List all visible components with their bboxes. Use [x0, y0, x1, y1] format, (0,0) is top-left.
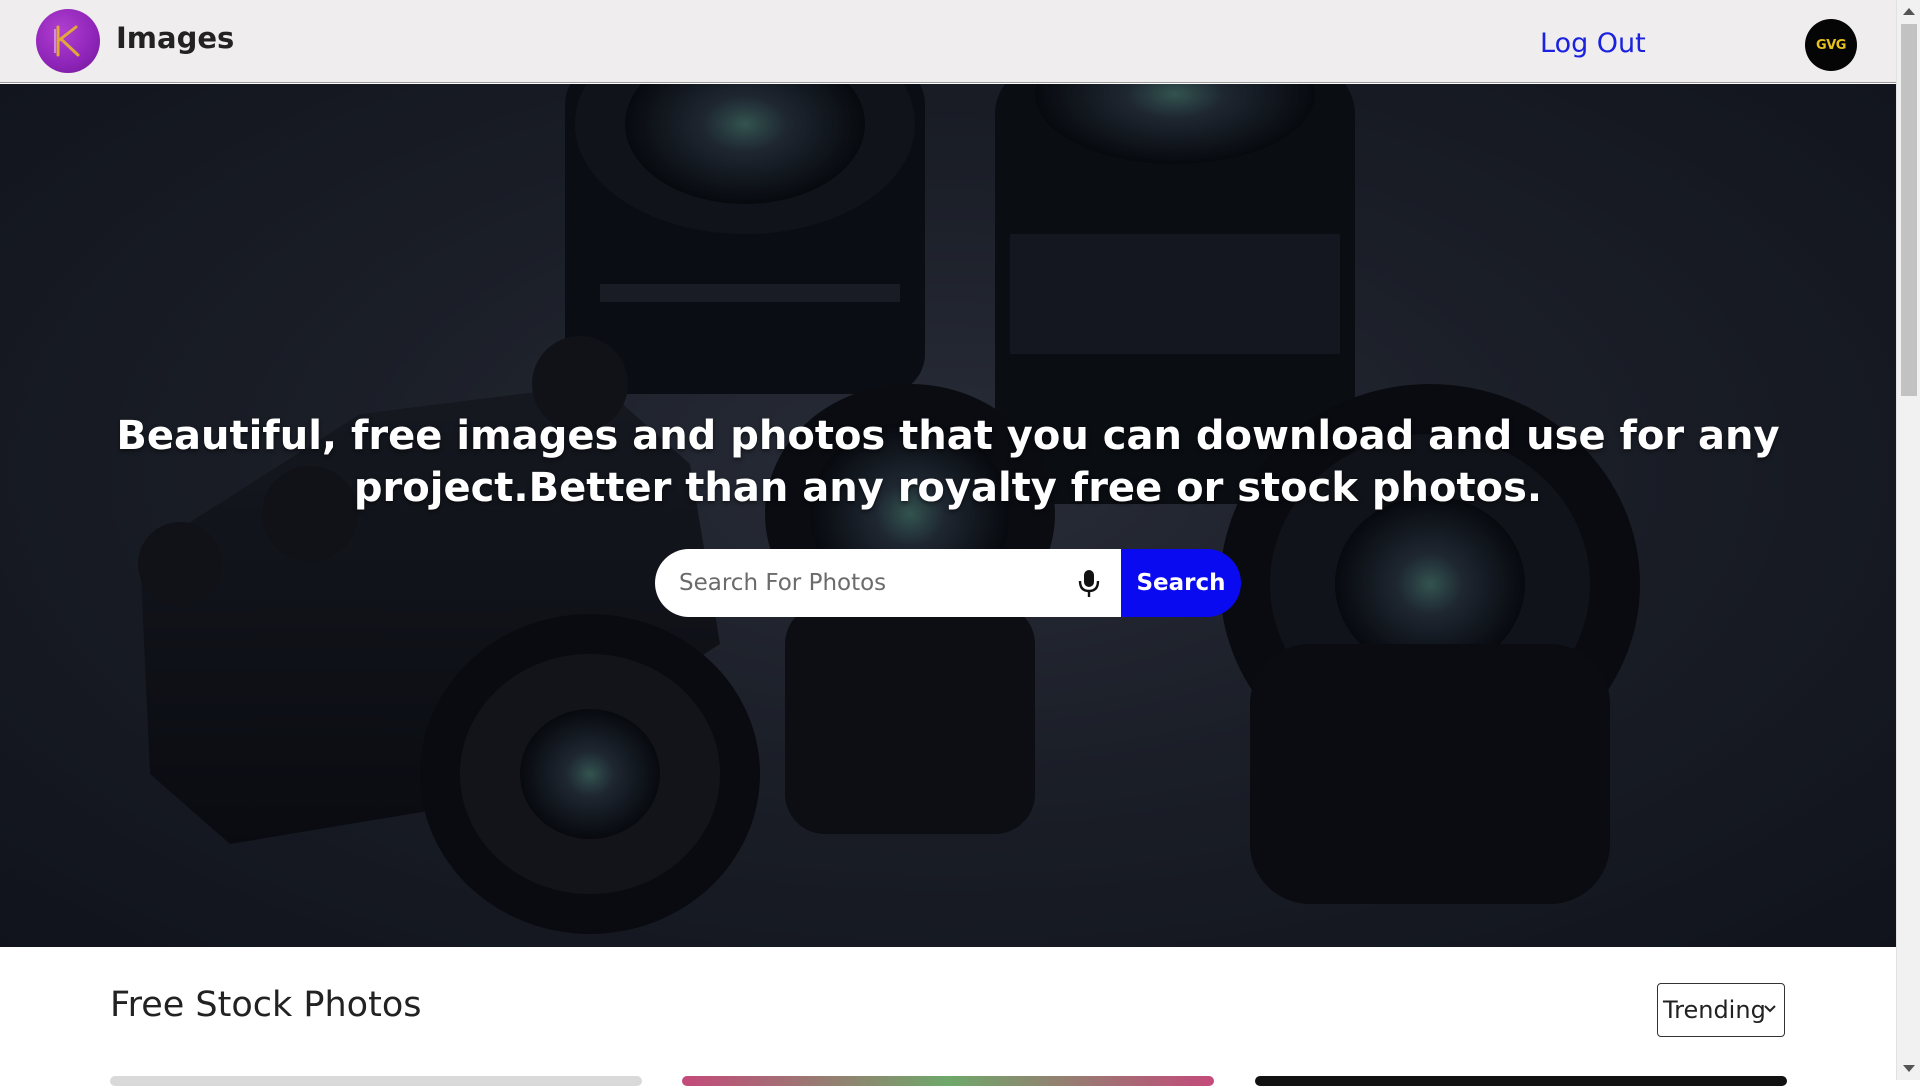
hero-banner: Beautiful, free images and photos that y… — [0, 84, 1896, 947]
hero-background-image — [0, 84, 1896, 947]
microphone-icon[interactable] — [1073, 567, 1105, 599]
brand-title[interactable]: Images — [116, 21, 234, 55]
sort-selected-value: Trending — [1663, 996, 1766, 1024]
photo-card[interactable] — [110, 1076, 642, 1086]
section-title: Free Stock Photos — [110, 985, 422, 1025]
search-form: Search — [655, 549, 1241, 617]
scroll-thumb[interactable] — [1901, 24, 1917, 396]
top-navbar: Images Log Out GVG — [0, 0, 1896, 83]
scroll-down-arrow-icon[interactable] — [1903, 1065, 1915, 1072]
photo-card[interactable] — [682, 1076, 1214, 1086]
logout-link[interactable]: Log Out — [1540, 28, 1646, 59]
chevron-down-icon — [1764, 1005, 1776, 1013]
search-button[interactable]: Search — [1121, 549, 1241, 617]
search-input[interactable] — [655, 549, 1121, 617]
sort-dropdown[interactable]: Trending — [1657, 983, 1785, 1037]
hero-headline: Beautiful, free images and photos that y… — [116, 413, 1780, 511]
photo-card[interactable] — [1255, 1076, 1787, 1086]
brand-logo[interactable] — [36, 9, 100, 73]
user-avatar[interactable]: GVG — [1805, 19, 1857, 71]
page-scrollbar[interactable] — [1896, 0, 1920, 1080]
k-logo-icon — [54, 25, 80, 57]
scroll-up-arrow-icon[interactable] — [1903, 8, 1915, 15]
